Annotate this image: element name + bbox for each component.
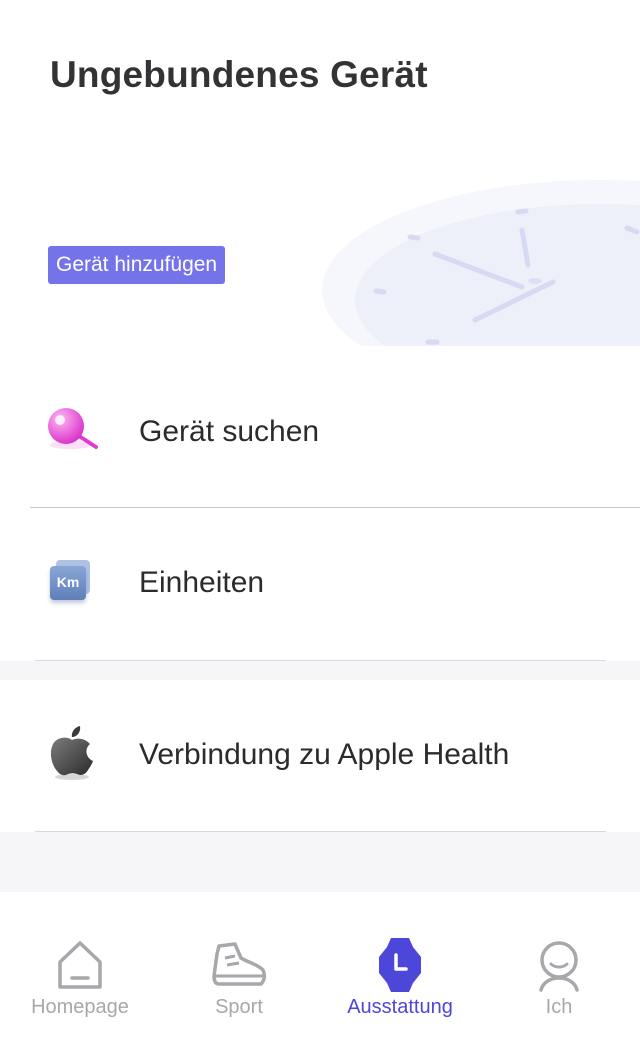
- menu-item-apple-health[interactable]: Verbindung zu Apple Health: [0, 680, 640, 831]
- tab-sport[interactable]: Sport: [159, 892, 319, 1061]
- shoe-icon: [212, 942, 267, 986]
- km-units-icon: Km: [50, 560, 92, 602]
- page-title: Ungebundenes Gerät: [50, 54, 428, 95]
- apple-icon: [50, 726, 93, 780]
- add-device-button[interactable]: Gerät hinzufügen: [48, 246, 226, 284]
- home-icon: [58, 941, 102, 989]
- section-gap: [0, 661, 640, 680]
- menu-item-label: Einheiten: [139, 566, 265, 599]
- section-gap: [0, 832, 640, 892]
- tab-label: Sport: [215, 996, 263, 1018]
- watch-icon: [379, 938, 421, 992]
- menu-item-label: Gerät suchen: [139, 415, 320, 448]
- tab-label: Homepage: [31, 996, 129, 1018]
- tab-label: Ausstattung: [347, 996, 453, 1018]
- watch-illustration: [322, 180, 640, 346]
- tab-ausstattung[interactable]: Ausstattung: [320, 892, 480, 1061]
- magnifier-icon: [48, 408, 98, 449]
- tab-label: Ich: [545, 996, 573, 1018]
- tab-homepage[interactable]: Homepage: [0, 892, 160, 1061]
- person-icon: [539, 941, 579, 992]
- tab-ich[interactable]: Ich: [479, 892, 639, 1061]
- menu-item-label: Verbindung zu Apple Health: [139, 738, 510, 771]
- tab-bar: Homepage Sport Ausstattung Ich: [0, 892, 640, 1061]
- menu-item-search-device[interactable]: Gerät suchen: [0, 357, 640, 507]
- menu-item-units[interactable]: Km Einheiten: [0, 508, 640, 660]
- km-icon-text: Km: [56, 574, 80, 590]
